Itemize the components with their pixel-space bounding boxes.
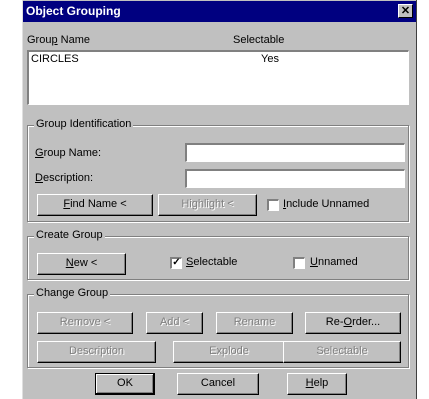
list-item[interactable]: CIRCLES Yes — [29, 52, 408, 66]
selectable-checkbox[interactable]: ✓ — [170, 257, 182, 269]
group-identification-legend: Group Identification — [34, 118, 134, 130]
group-name-input[interactable] — [185, 143, 405, 162]
object-grouping-dialog: Object Grouping ✕ Group Name Selectable … — [22, 0, 417, 399]
unnamed-checkbox[interactable] — [293, 257, 305, 269]
group-name-header-text-c: Name — [57, 34, 90, 46]
rename-button[interactable]: Rename — [216, 312, 293, 334]
remove-button[interactable]: Remove < — [37, 312, 133, 334]
list-item-name: CIRCLES — [31, 53, 79, 65]
selectable-rest: electable — [193, 256, 238, 268]
help-h: H — [305, 377, 314, 389]
title-bar: Object Grouping ✕ — [23, 1, 416, 22]
include-unnamed-checkbox[interactable] — [267, 199, 279, 211]
find-name-rest: ind Name < — [70, 198, 127, 210]
description-input[interactable] — [185, 169, 405, 188]
reorder-o: O — [343, 316, 353, 328]
explode-button[interactable]: Explode — [173, 341, 285, 363]
list-item-selectable: Yes — [261, 53, 279, 65]
new-group-button[interactable]: New < — [37, 253, 126, 275]
reorder-button[interactable]: Re-Order... — [305, 312, 401, 334]
add-button[interactable]: Add < — [146, 312, 203, 334]
group-name-label: Group Name: — [35, 147, 101, 159]
unnamed-rest: nnamed — [317, 256, 358, 268]
help-button[interactable]: Help — [287, 373, 347, 395]
include-unnamed-rest: nclude Unnamed — [286, 198, 370, 210]
new-n: N — [65, 257, 74, 269]
reorder-rest: rder... — [352, 316, 381, 328]
cancel-button[interactable]: Cancel — [177, 373, 259, 395]
selectable-button[interactable]: Selectable — [283, 341, 401, 363]
group-name-header-text-a: Grou — [27, 34, 52, 46]
new-rest: ew < — [73, 257, 98, 269]
unnamed-u: U — [310, 256, 318, 268]
help-rest: elp — [313, 377, 329, 389]
highlight-button[interactable]: Highlight < — [158, 194, 257, 216]
dialog-title: Object Grouping — [26, 4, 121, 18]
find-name-button[interactable]: Find Name < — [37, 194, 153, 216]
description-button[interactable]: Description — [37, 341, 156, 363]
include-unnamed-label: Include Unnamed — [283, 198, 369, 210]
create-group-legend: Create Group — [34, 229, 105, 241]
checkmark-icon: ✓ — [172, 257, 181, 268]
group-name-label-rest: roup Name: — [43, 147, 102, 159]
column-header-selectable[interactable]: Selectable — [233, 34, 284, 46]
group-name-label-g: G — [35, 147, 44, 159]
description-label-d: D — [35, 172, 43, 184]
selectable-label: Selectable — [186, 256, 237, 268]
ok-button[interactable]: OK — [95, 373, 155, 395]
change-group-legend: Change Group — [34, 287, 111, 299]
column-header-group-name[interactable]: Group Name — [27, 34, 90, 46]
description-label-rest: escription: — [42, 172, 94, 184]
description-label: Description: — [35, 172, 93, 184]
close-icon[interactable]: ✕ — [398, 4, 413, 18]
unnamed-label: Unnamed — [310, 256, 358, 268]
reorder-a: Re- — [325, 316, 344, 328]
group-list[interactable]: CIRCLES Yes — [27, 50, 409, 105]
